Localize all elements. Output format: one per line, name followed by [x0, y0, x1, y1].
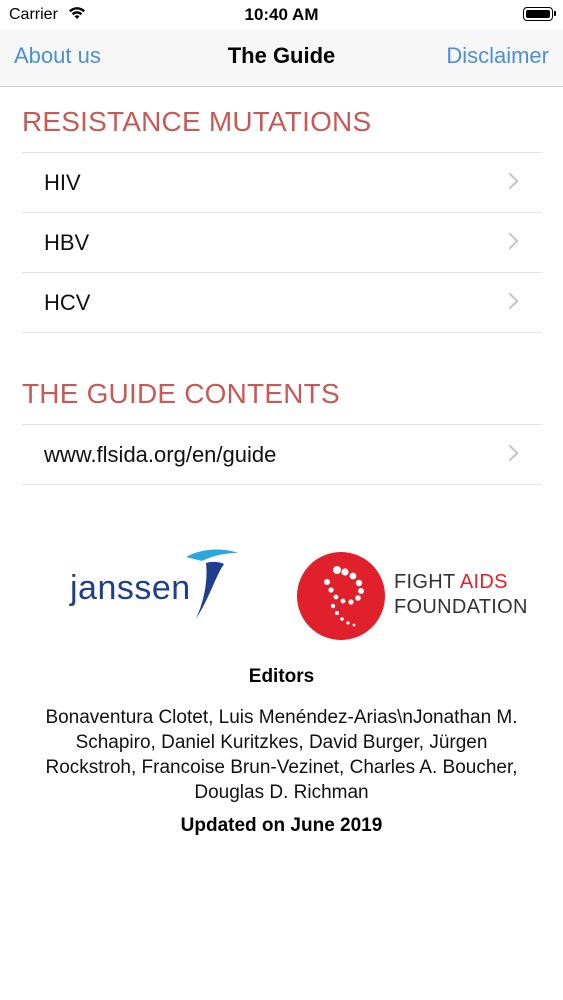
list-item-hbv[interactable]: HBV	[22, 213, 542, 273]
fight-aids-foundation-logo-icon	[297, 552, 385, 640]
list-item-label: www.flsida.org/en/guide	[44, 442, 277, 467]
section-title-resistance: RESISTANCE MUTATIONS	[22, 106, 372, 137]
navigation-bar: About us The Guide Disclaimer	[0, 30, 563, 87]
divider	[22, 484, 542, 485]
list-item-hiv[interactable]: HIV	[22, 153, 542, 213]
janssen-wordmark: janssen	[70, 569, 191, 607]
fight-aids-foundation-wordmark: FIGHT AIDS FOUNDATION	[394, 570, 528, 620]
chevron-right-icon	[501, 172, 519, 190]
status-bar: Carrier 10:40 AM	[0, 0, 563, 30]
faf-foundation-text: FOUNDATION	[394, 596, 528, 618]
section-title-guide-contents: THE GUIDE CONTENTS	[22, 378, 340, 409]
list-item-label: HBV	[44, 230, 90, 255]
list-item-label: HCV	[44, 290, 91, 315]
faf-aids-text: AIDS	[459, 571, 508, 593]
faf-fight-text: FIGHT	[394, 571, 460, 593]
chevron-right-icon	[501, 292, 519, 310]
battery-icon	[523, 7, 556, 21]
clock: 10:40 AM	[244, 5, 319, 24]
chevron-right-icon	[501, 232, 519, 250]
editors-heading: Editors	[248, 666, 315, 687]
disclaimer-button[interactable]: Disclaimer	[446, 43, 549, 69]
chevron-right-icon	[501, 444, 519, 462]
list-item-guide-url[interactable]: www.flsida.org/en/guide	[22, 425, 542, 485]
list-item-hcv[interactable]: HCV	[22, 273, 542, 333]
editors-names: Bonaventura Clotet, Luis Menéndez-Arias\…	[45, 707, 518, 803]
janssen-swoosh-icon	[186, 549, 238, 619]
updated-date: Updated on June 2019	[180, 815, 383, 836]
battery-level	[526, 10, 550, 18]
divider	[22, 332, 542, 333]
list-item-label: HIV	[44, 170, 81, 195]
janssen-logo: janssen	[60, 545, 250, 625]
